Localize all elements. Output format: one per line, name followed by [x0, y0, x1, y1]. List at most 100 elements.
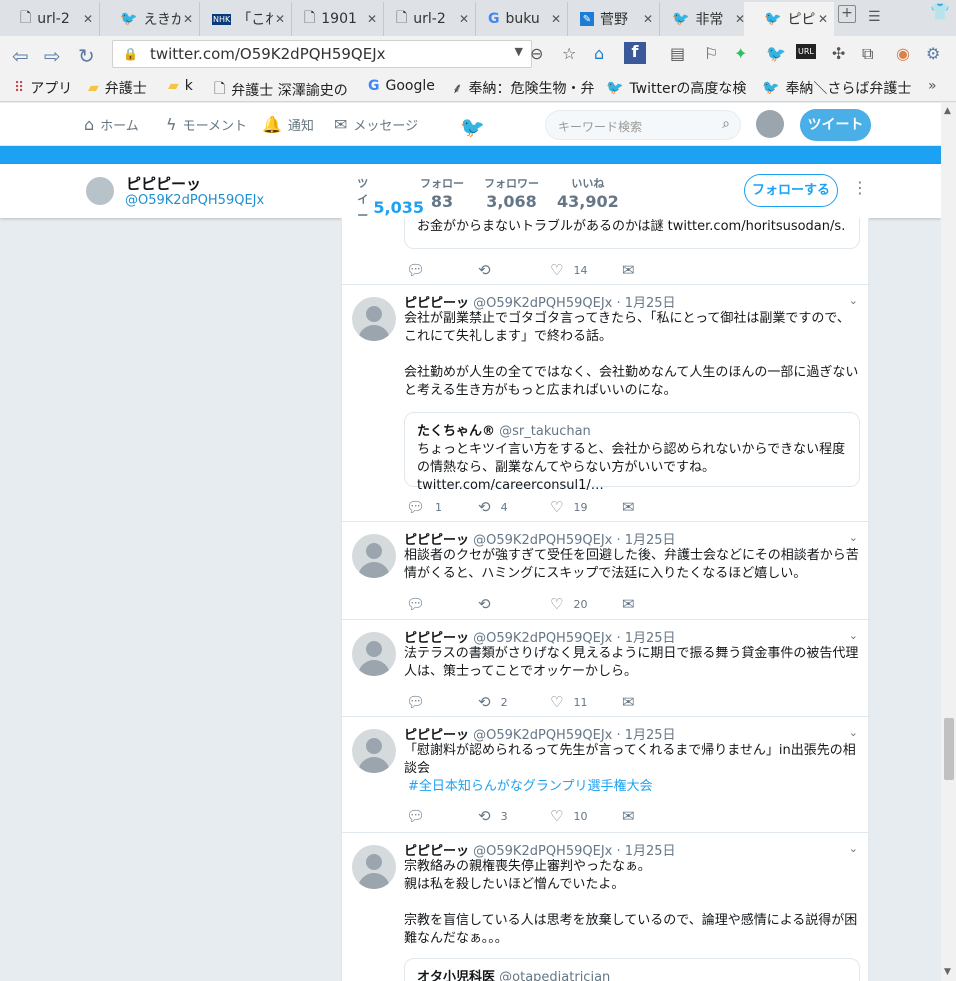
retweet-button[interactable]: ⟲ 3 [478, 807, 550, 825]
new-tab-button[interactable]: + [838, 5, 856, 23]
more-options-icon[interactable]: ⋮ [852, 178, 868, 197]
like-button[interactable]: ♡ 11 [550, 693, 622, 711]
browser-tab[interactable]: 🐦 えきが ✕ [100, 2, 200, 36]
browser-tab[interactable]: Gbuku ✕ [468, 2, 568, 36]
reader-icon[interactable]: ▤ [670, 44, 685, 63]
reply-button[interactable]: 💬︎ 1 [406, 498, 478, 516]
avatar[interactable] [352, 845, 396, 889]
nav-notifications[interactable]: 🔔 通知 [262, 115, 314, 134]
shirt-icon[interactable]: 👕 [930, 2, 950, 21]
close-icon[interactable]: ✕ [818, 12, 828, 26]
avatar[interactable] [352, 534, 396, 578]
move-icon[interactable]: ✣ [832, 44, 845, 63]
dm-button[interactable]: ✉ [622, 498, 694, 516]
page-scrollbar[interactable] [941, 103, 956, 981]
chevron-down-icon[interactable]: ⌄ [849, 629, 858, 642]
reply-button[interactable]: 💬︎ [406, 595, 478, 613]
profile-avatar-icon[interactable]: ◉ [896, 44, 910, 63]
reload-icon[interactable]: ↻ [78, 44, 95, 68]
close-icon[interactable]: ✕ [83, 12, 93, 26]
tab-list-icon[interactable]: ☰ [868, 9, 881, 25]
back-icon[interactable]: ⇦ [12, 44, 29, 68]
chevron-down-icon[interactable]: ⌄ [849, 842, 858, 855]
quoted-tweet[interactable]: お金がからまないトラブルがあるのかは謎 twitter.com/horitsus… [404, 218, 860, 249]
tweet-author-name[interactable]: ピピピーッ [404, 533, 469, 548]
bookmark-apps[interactable]: ⠿ アプリ [14, 78, 72, 98]
search-input[interactable]: キーワード検索 ⌕ [545, 110, 741, 140]
address-bar[interactable]: 🔒 twitter.com/O59K2dPQH59QEJx ▼ [112, 40, 532, 68]
chevron-down-icon[interactable]: ⌄ [849, 726, 858, 739]
bookmark-folder[interactable]: ▰ k [168, 78, 193, 94]
quoted-tweet[interactable]: オタ小児科医 @otapediatrician [404, 958, 860, 981]
tweet-author-name[interactable]: ピピピーッ [404, 844, 469, 859]
profile-name[interactable]: ピピピーッ [126, 173, 201, 194]
browser-tab[interactable]: 🗋 1901 ✕ [284, 2, 384, 36]
tweet-author-handle[interactable]: @O59K2dPQH59QEJx [473, 631, 612, 646]
browser-tab[interactable]: 🗋 url-2 ✕ [376, 2, 476, 36]
avatar[interactable] [352, 632, 396, 676]
retweet-button[interactable]: ⟲ 2 [478, 693, 550, 711]
bookmark-item[interactable]: 🐦 Twitterの高度な検 [606, 78, 746, 98]
forward-icon[interactable]: ⇨ [44, 44, 61, 68]
stat-followers[interactable]: フォロワー 3,068 [484, 175, 539, 211]
nav-moments[interactable]: ϟ モーメント [166, 115, 247, 134]
tweet-button[interactable]: ツイート [800, 109, 871, 141]
dm-button[interactable]: ✉ [622, 693, 694, 711]
browser-tab[interactable]: ✎ 菅野 ✕ [560, 2, 660, 36]
tweet-timestamp[interactable]: · 1月25日 [616, 296, 675, 311]
tweet-author-handle[interactable]: @O59K2dPQH59QEJx [473, 296, 612, 311]
tweet-author-name[interactable]: ピピピーッ [404, 296, 469, 311]
browser-tab[interactable]: NHK 「これ ✕ [192, 2, 292, 36]
bookmark-icon[interactable]: ⚐ [704, 44, 718, 63]
tweet[interactable]: ピピピーッ @O59K2dPQH59QEJx · 1月25日 ⌄ 会社が副業禁止… [342, 285, 868, 522]
reply-button[interactable]: 💬︎ [406, 261, 478, 279]
bookmark-item[interactable]: 🐦 奉納＼さらば弁護士 [762, 78, 911, 98]
evernote-icon[interactable]: ✦ [734, 44, 747, 63]
like-button[interactable]: ♡ 10 [550, 807, 622, 825]
chevron-down-icon[interactable]: ⌄ [849, 531, 858, 544]
stat-likes[interactable]: いいね 43,902 [557, 175, 619, 211]
like-button[interactable]: ♡ 14 [550, 261, 622, 279]
tweet-timestamp[interactable]: · 1月25日 [616, 533, 675, 548]
avatar[interactable] [756, 110, 784, 138]
browser-tab[interactable]: 🐦 非常 ✕ [652, 2, 752, 36]
tweet-author-handle[interactable]: @O59K2dPQH59QEJx [473, 728, 612, 743]
twitter-icon[interactable]: 🐦 [766, 44, 786, 63]
browser-tab-active[interactable]: 🐦 ピピピ✕ [744, 2, 834, 36]
browser-tab[interactable]: 🗋 url-2 ✕ [0, 2, 100, 36]
avatar[interactable] [352, 297, 396, 341]
hashtag-link[interactable]: #全日本知らんがなグランプリ選手権大会 [408, 778, 863, 796]
chevron-down-icon[interactable]: ⌄ [849, 294, 858, 307]
scrollbar-thumb[interactable] [944, 718, 954, 780]
retweet-button[interactable]: ⟲ 4 [478, 498, 550, 516]
stat-following[interactable]: フォロー 83 [420, 175, 464, 211]
retweet-button[interactable]: ⟲ [478, 261, 550, 279]
tweet-author-handle[interactable]: @O59K2dPQH59QEJx [473, 533, 612, 548]
like-button[interactable]: ♡ 20 [550, 595, 622, 613]
dm-button[interactable]: ✉ [622, 595, 694, 613]
chevron-down-icon[interactable]: ▼ [515, 45, 523, 58]
twitter-logo-icon[interactable]: 🐦 [460, 115, 485, 139]
facebook-icon[interactable]: f [624, 42, 646, 64]
tweet-author-name[interactable]: ピピピーッ [404, 631, 469, 646]
bookmark-item[interactable]: 🗋 弁護士 深澤諭史の [214, 78, 348, 102]
scroll-down-icon[interactable]: ▼ [944, 967, 951, 977]
tweet[interactable]: お金がからまないトラブルがあるのかは謎 twitter.com/horitsus… [342, 218, 868, 285]
follow-button[interactable]: フォローする [744, 174, 838, 207]
tweet[interactable]: ピピピーッ @O59K2dPQH59QEJx · 1月25日 ⌄ 「慰謝料が認め… [342, 717, 868, 833]
home-icon[interactable]: ⌂ [594, 44, 604, 63]
reply-button[interactable]: 💬︎ [406, 693, 478, 711]
quoted-tweet[interactable]: たくちゃん® @sr_takuchan ちょっとキツイ言い方をすると、会社から認… [404, 412, 860, 493]
nav-messages[interactable]: ✉ メッセージ [334, 115, 418, 134]
search-icon[interactable]: ⌕ [722, 116, 730, 132]
reply-button[interactable]: 💬︎ [406, 807, 478, 825]
bookmark-item[interactable]: G Google [368, 78, 435, 94]
like-button[interactable]: ♡ 19 [550, 498, 622, 516]
bookmark-item[interactable]: ⸙ 奉納：危険生物・弁 [452, 78, 595, 98]
tweet-timestamp[interactable]: · 1月25日 [616, 631, 675, 646]
star-icon[interactable]: ☆ [562, 44, 576, 63]
dm-button[interactable]: ✉ [622, 261, 694, 279]
tweet[interactable]: ピピピーッ @O59K2dPQH59QEJx · 1月25日 ⌄ 法テラスの書類… [342, 620, 868, 717]
tweet-author-name[interactable]: ピピピーッ [404, 728, 469, 743]
retweet-button[interactable]: ⟲ [478, 595, 550, 613]
